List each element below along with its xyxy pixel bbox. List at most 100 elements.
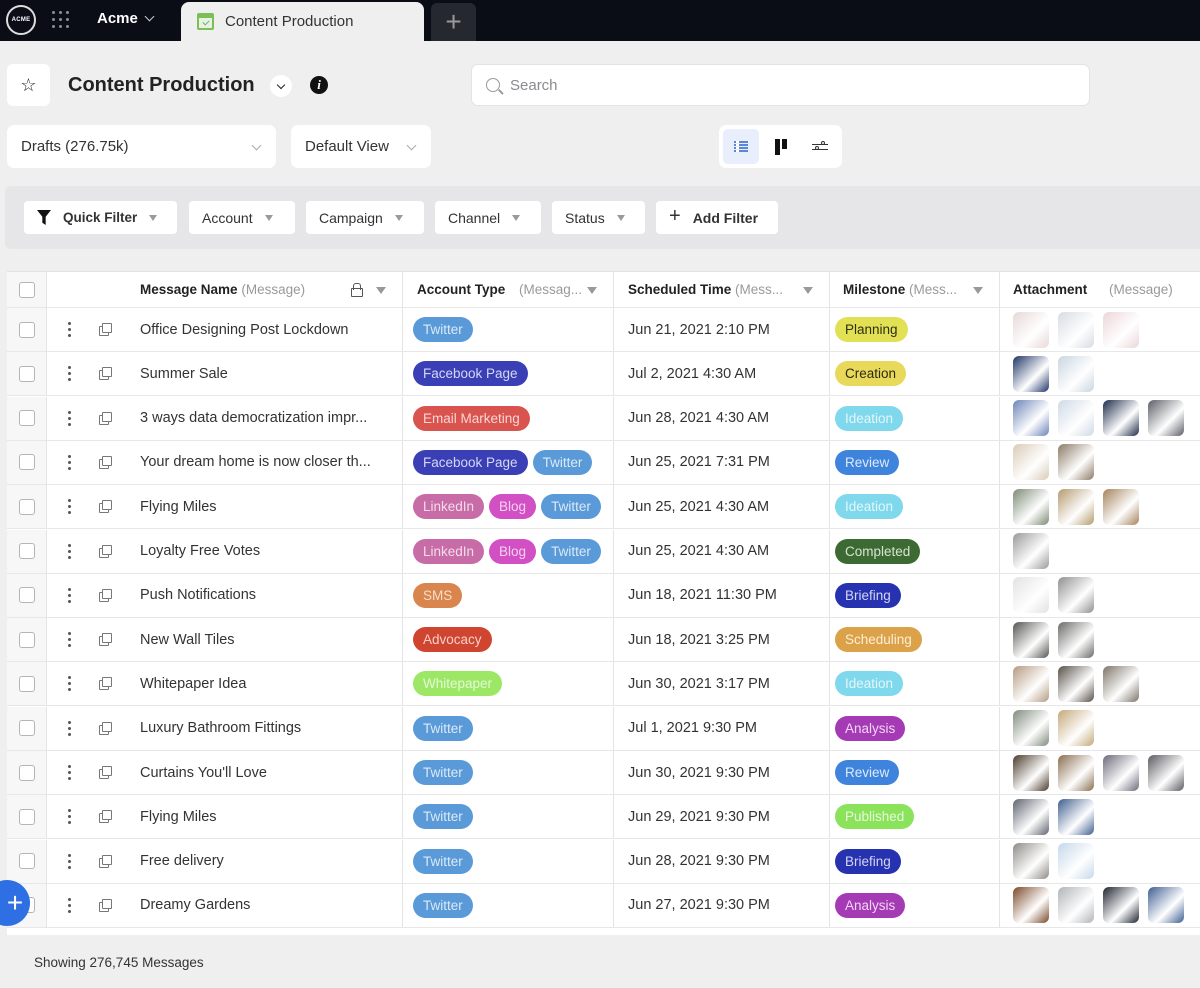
- attachment-thumbnail[interactable]: [1013, 400, 1049, 437]
- filter-campaign[interactable]: Campaign: [306, 201, 424, 234]
- milestone-badge[interactable]: Analysis: [835, 715, 906, 741]
- search-box[interactable]: [471, 64, 1090, 106]
- row-menu-button[interactable]: [59, 574, 79, 617]
- row-menu-button[interactable]: [59, 397, 79, 440]
- quick-filter-button[interactable]: Quick Filter: [24, 201, 177, 234]
- open-message-button[interactable]: [95, 795, 115, 838]
- table-row[interactable]: Flying Miles Twitter Jun 29, 2021 9:30 P…: [7, 795, 1200, 840]
- filter-account[interactable]: Account: [189, 201, 295, 234]
- message-name[interactable]: Flying Miles: [140, 795, 402, 838]
- row-menu-button[interactable]: [59, 352, 79, 395]
- row-menu-button[interactable]: [59, 795, 79, 838]
- milestone-badge[interactable]: Analysis: [835, 892, 906, 918]
- row-menu-button[interactable]: [59, 618, 79, 661]
- account-type-tag[interactable]: Blog: [489, 494, 537, 520]
- table-row[interactable]: Summer Sale Facebook Page Jul 2, 2021 4:…: [7, 352, 1200, 397]
- open-message-button[interactable]: [95, 884, 115, 927]
- row-checkbox[interactable]: [18, 720, 35, 737]
- attachment-thumbnail[interactable]: [1148, 754, 1184, 791]
- message-name[interactable]: Your dream home is now closer th...: [140, 441, 402, 484]
- search-input[interactable]: [510, 76, 1050, 94]
- attachment-thumbnail[interactable]: [1058, 621, 1094, 658]
- message-name[interactable]: Summer Sale: [140, 352, 402, 395]
- attachment-thumbnail[interactable]: [1058, 887, 1094, 924]
- account-type-tag[interactable]: Facebook Page: [413, 361, 528, 387]
- message-name[interactable]: Loyalty Free Votes: [140, 530, 402, 573]
- caret-down-icon[interactable]: [803, 287, 813, 294]
- attachment-thumbnail[interactable]: [1103, 311, 1139, 348]
- attachment-thumbnail[interactable]: [1013, 843, 1049, 880]
- open-message-button[interactable]: [95, 441, 115, 484]
- attachment-thumbnail[interactable]: [1013, 710, 1049, 747]
- open-message-button[interactable]: [95, 618, 115, 661]
- app-grid-icon[interactable]: [52, 11, 69, 28]
- caret-down-icon[interactable]: [376, 287, 386, 294]
- attachment-thumbnail[interactable]: [1058, 311, 1094, 348]
- milestone-badge[interactable]: Planning: [835, 317, 908, 342]
- attachment-thumbnail[interactable]: [1013, 311, 1049, 348]
- milestone-badge[interactable]: Review: [835, 449, 900, 475]
- attachment-thumbnail[interactable]: [1013, 665, 1049, 702]
- row-checkbox[interactable]: [18, 454, 35, 471]
- open-message-button[interactable]: [95, 662, 115, 705]
- table-row[interactable]: Curtains You'll Love Twitter Jun 30, 202…: [7, 751, 1200, 795]
- attachment-thumbnail[interactable]: [1013, 488, 1049, 525]
- attachment-thumbnail[interactable]: [1103, 887, 1139, 924]
- row-checkbox[interactable]: [18, 410, 35, 427]
- account-type-tag[interactable]: Advocacy: [413, 627, 492, 653]
- row-checkbox[interactable]: [18, 365, 35, 382]
- message-name[interactable]: Dreamy Gardens: [140, 884, 402, 927]
- attachment-thumbnail[interactable]: [1103, 488, 1139, 525]
- row-menu-button[interactable]: [59, 662, 79, 705]
- account-type-tag[interactable]: LinkedIn: [413, 538, 485, 564]
- row-menu-button[interactable]: [59, 530, 79, 573]
- row-checkbox[interactable]: [18, 764, 35, 781]
- caret-down-icon[interactable]: [973, 287, 983, 294]
- attachment-thumbnail[interactable]: [1058, 577, 1094, 614]
- table-row[interactable]: Your dream home is now closer th... Face…: [7, 440, 1200, 485]
- account-type-tag[interactable]: Email Marketing: [413, 405, 530, 431]
- message-name[interactable]: Push Notifications: [140, 574, 402, 617]
- acme-logo[interactable]: ACME: [6, 5, 36, 35]
- column-header-attachment[interactable]: Attachment (Message): [999, 272, 1200, 307]
- column-header-scheduled-time[interactable]: Scheduled Time (Mess...: [613, 272, 829, 307]
- milestone-badge[interactable]: Ideation: [835, 405, 904, 431]
- attachment-thumbnail[interactable]: [1013, 621, 1049, 658]
- column-settings-button[interactable]: [802, 129, 838, 164]
- attachment-thumbnail[interactable]: [1058, 400, 1094, 437]
- attachment-thumbnail[interactable]: [1103, 754, 1139, 791]
- drafts-dropdown[interactable]: Drafts (276.75k): [7, 125, 276, 168]
- attachment-thumbnail[interactable]: [1058, 798, 1094, 835]
- tab-content-production[interactable]: Content Production: [181, 2, 424, 41]
- attachment-thumbnail[interactable]: [1013, 798, 1049, 835]
- account-type-tag[interactable]: Facebook Page: [413, 449, 528, 475]
- attachment-thumbnail[interactable]: [1148, 400, 1184, 437]
- account-type-tag[interactable]: Twitter: [413, 317, 473, 342]
- add-filter-button[interactable]: + Add Filter: [656, 201, 778, 234]
- account-type-tag[interactable]: Twitter: [541, 494, 601, 520]
- favorite-button[interactable]: ☆: [7, 64, 50, 106]
- attachment-thumbnail[interactable]: [1013, 355, 1049, 392]
- new-tab-button[interactable]: +: [431, 3, 476, 41]
- attachment-thumbnail[interactable]: [1013, 887, 1049, 924]
- attachment-thumbnail[interactable]: [1058, 444, 1094, 481]
- open-message-button[interactable]: [95, 485, 115, 528]
- milestone-badge[interactable]: Ideation: [835, 494, 904, 520]
- message-name[interactable]: Whitepaper Idea: [140, 662, 402, 705]
- attachment-thumbnail[interactable]: [1013, 754, 1049, 791]
- column-header-milestone[interactable]: Milestone (Mess...: [829, 272, 999, 307]
- attachment-thumbnail[interactable]: [1148, 887, 1184, 924]
- account-type-tag[interactable]: Twitter: [532, 449, 593, 475]
- account-type-tag[interactable]: Twitter: [413, 892, 473, 918]
- caret-down-icon[interactable]: [587, 287, 597, 294]
- row-checkbox[interactable]: [18, 498, 35, 515]
- row-checkbox[interactable]: [18, 587, 35, 604]
- attachment-thumbnail[interactable]: [1058, 710, 1094, 747]
- open-message-button[interactable]: [95, 574, 115, 617]
- message-name[interactable]: Luxury Bathroom Fittings: [140, 707, 402, 750]
- message-name[interactable]: Office Designing Post Lockdown: [140, 308, 402, 351]
- row-checkbox[interactable]: [18, 853, 35, 870]
- open-message-button[interactable]: [95, 751, 115, 794]
- info-icon[interactable]: i: [310, 76, 328, 94]
- milestone-badge[interactable]: Completed: [835, 538, 921, 564]
